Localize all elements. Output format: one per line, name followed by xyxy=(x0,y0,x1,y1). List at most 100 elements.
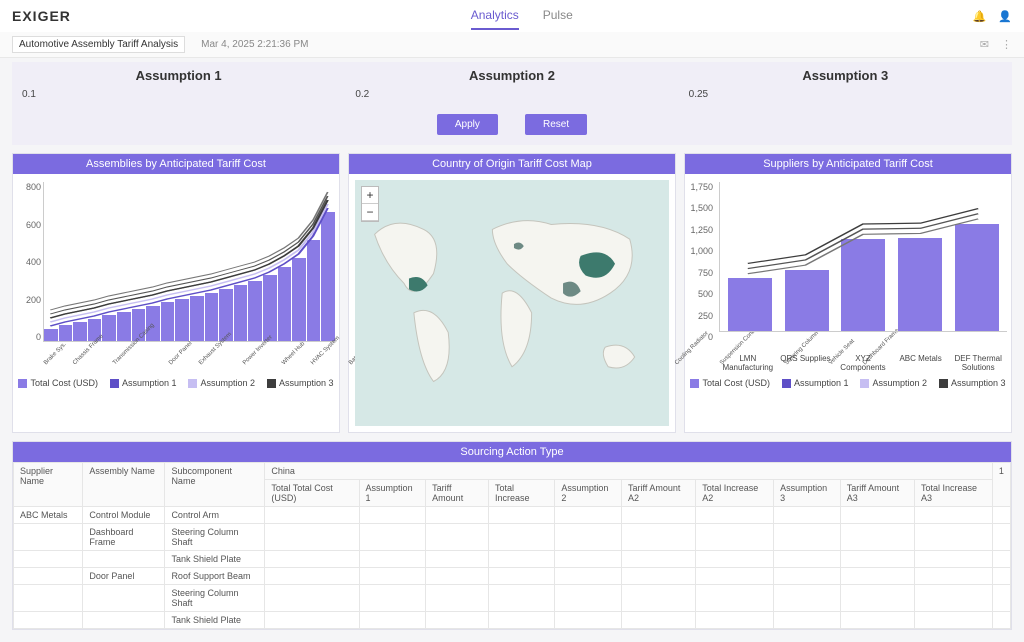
assumptions-row: Assumption 1 0.1 Assumption 2 0.2 Assump… xyxy=(12,62,1012,106)
table-cell xyxy=(696,612,774,629)
timestamp: Mar 4, 2025 2:21:36 PM xyxy=(201,39,308,50)
bar[interactable] xyxy=(234,285,248,341)
legend-total: Total Cost (USD) xyxy=(690,378,770,388)
table-body: ABC MetalsControl ModuleControl ArmDashb… xyxy=(14,507,1011,629)
bar[interactable] xyxy=(278,267,292,341)
table-cell xyxy=(555,507,622,524)
xlabel: Wheel Hub xyxy=(281,341,312,372)
th-subcomponent[interactable]: Subcomponent Name xyxy=(165,463,265,507)
table-cell xyxy=(696,507,774,524)
th-ta3[interactable]: Tariff Amount A3 xyxy=(840,480,914,507)
table-cell xyxy=(488,551,554,568)
reset-button[interactable]: Reset xyxy=(525,114,587,135)
table-row[interactable]: Steering Column Shaft xyxy=(14,585,1011,612)
table-cell: ABC Metals xyxy=(14,507,83,524)
th-a2[interactable]: Assumption 2 xyxy=(555,480,622,507)
bell-icon[interactable]: 🔔 xyxy=(973,10,987,23)
map-panel-title: Country of Origin Tariff Cost Map xyxy=(349,154,675,174)
bar[interactable] xyxy=(73,322,87,341)
table-cell xyxy=(265,568,359,585)
th-country[interactable]: China xyxy=(265,463,993,480)
assemblies-panel-title: Assemblies by Anticipated Tariff Cost xyxy=(13,154,339,174)
legend-a2: Assumption 2 xyxy=(860,378,927,388)
th-ti[interactable]: Total Increase xyxy=(488,480,554,507)
bar[interactable] xyxy=(898,238,942,331)
bar[interactable] xyxy=(59,325,73,341)
th-ta2[interactable]: Tariff Amount A2 xyxy=(622,480,696,507)
table-cell xyxy=(915,507,993,524)
assemblies-panel: Assemblies by Anticipated Tariff Cost 80… xyxy=(12,153,340,433)
bar[interactable] xyxy=(190,296,204,341)
brand-logo: EXIGER xyxy=(12,8,71,24)
table-cell: Steering Column Shaft xyxy=(165,585,265,612)
table-row[interactable]: Door PanelRoof Support Beam xyxy=(14,568,1011,585)
th-extra[interactable]: 1 xyxy=(992,463,1010,507)
table-cell xyxy=(915,551,993,568)
th-a1[interactable]: Assumption 1 xyxy=(359,480,426,507)
table-cell xyxy=(774,585,841,612)
bar[interactable] xyxy=(117,312,131,341)
assemblies-yaxis: 8006004002000 xyxy=(15,182,41,342)
xlabel: XYZ Components xyxy=(835,354,891,372)
bar[interactable] xyxy=(161,302,175,341)
bar[interactable] xyxy=(44,329,58,341)
mail-icon[interactable]: ✉ xyxy=(980,38,989,51)
table-cell xyxy=(265,612,359,629)
xlabel: QRS Supplies xyxy=(777,354,833,372)
legend-total: Total Cost (USD) xyxy=(18,378,98,388)
assumption-2-value[interactable]: 0.2 xyxy=(355,89,668,100)
assumption-1-value[interactable]: 0.1 xyxy=(22,89,335,100)
th-a3[interactable]: Assumption 3 xyxy=(774,480,841,507)
panels-row: Assemblies by Anticipated Tariff Cost 80… xyxy=(0,145,1024,441)
world-map-svg xyxy=(355,180,669,426)
assumption-2: Assumption 2 0.2 xyxy=(345,62,678,106)
bar[interactable] xyxy=(175,299,189,341)
table-cell xyxy=(555,612,622,629)
tab-analytics[interactable]: Analytics xyxy=(471,2,519,30)
table-row[interactable]: ABC MetalsControl ModuleControl Arm xyxy=(14,507,1011,524)
assumption-3-title: Assumption 3 xyxy=(689,68,1002,83)
bar[interactable] xyxy=(841,239,885,331)
xlabel: Brake Sys. xyxy=(43,341,73,371)
zoom-in-button[interactable]: + xyxy=(362,187,378,204)
bar[interactable] xyxy=(263,275,277,341)
zoom-out-button[interactable]: − xyxy=(362,204,378,221)
breadcrumb[interactable]: Automotive Assembly Tariff Analysis xyxy=(12,36,185,53)
table-cell xyxy=(488,568,554,585)
th-supplier[interactable]: Supplier Name xyxy=(14,463,83,507)
table-cell xyxy=(488,585,554,612)
sub-bar: Automotive Assembly Tariff Analysis Mar … xyxy=(0,32,1024,58)
suppliers-yaxis: 1,7501,5001,2501,0007505002500 xyxy=(687,182,713,342)
assumption-3-value[interactable]: 0.25 xyxy=(689,89,1002,100)
table-cell: Door Panel xyxy=(83,568,165,585)
top-bar: EXIGER Analytics Pulse 🔔 👤 xyxy=(0,0,1024,32)
bar[interactable] xyxy=(307,240,321,341)
th-ti3[interactable]: Total Increase A3 xyxy=(915,480,993,507)
table-cell xyxy=(915,585,993,612)
bar[interactable] xyxy=(728,278,772,331)
th-assembly[interactable]: Assembly Name xyxy=(83,463,165,507)
bar[interactable] xyxy=(955,224,999,331)
apply-button[interactable]: Apply xyxy=(437,114,498,135)
th-ti2[interactable]: Total Increase A2 xyxy=(696,480,774,507)
th-total[interactable]: Total Total Cost (USD) xyxy=(265,480,359,507)
more-icon[interactable]: ⋮ xyxy=(1001,38,1012,51)
bar[interactable] xyxy=(785,270,829,331)
th-ta[interactable]: Tariff Amount xyxy=(426,480,489,507)
user-icon[interactable]: 👤 xyxy=(998,10,1012,23)
table-row[interactable]: Tank Shield Plate xyxy=(14,612,1011,629)
bar[interactable] xyxy=(248,281,262,341)
table-header-row-1: Supplier Name Assembly Name Subcomponent… xyxy=(14,463,1011,480)
tab-pulse[interactable]: Pulse xyxy=(543,2,573,30)
bar[interactable] xyxy=(205,293,219,341)
legend-a1: Assumption 1 xyxy=(782,378,849,388)
table-cell xyxy=(359,568,426,585)
table-row[interactable]: Tank Shield Plate xyxy=(14,551,1011,568)
bar[interactable] xyxy=(292,258,306,341)
bar[interactable] xyxy=(321,212,335,341)
table-cell xyxy=(426,585,489,612)
table-cell xyxy=(622,585,696,612)
table-cell xyxy=(622,568,696,585)
world-map[interactable]: + − xyxy=(355,180,669,426)
table-cell: Control Arm xyxy=(165,507,265,524)
